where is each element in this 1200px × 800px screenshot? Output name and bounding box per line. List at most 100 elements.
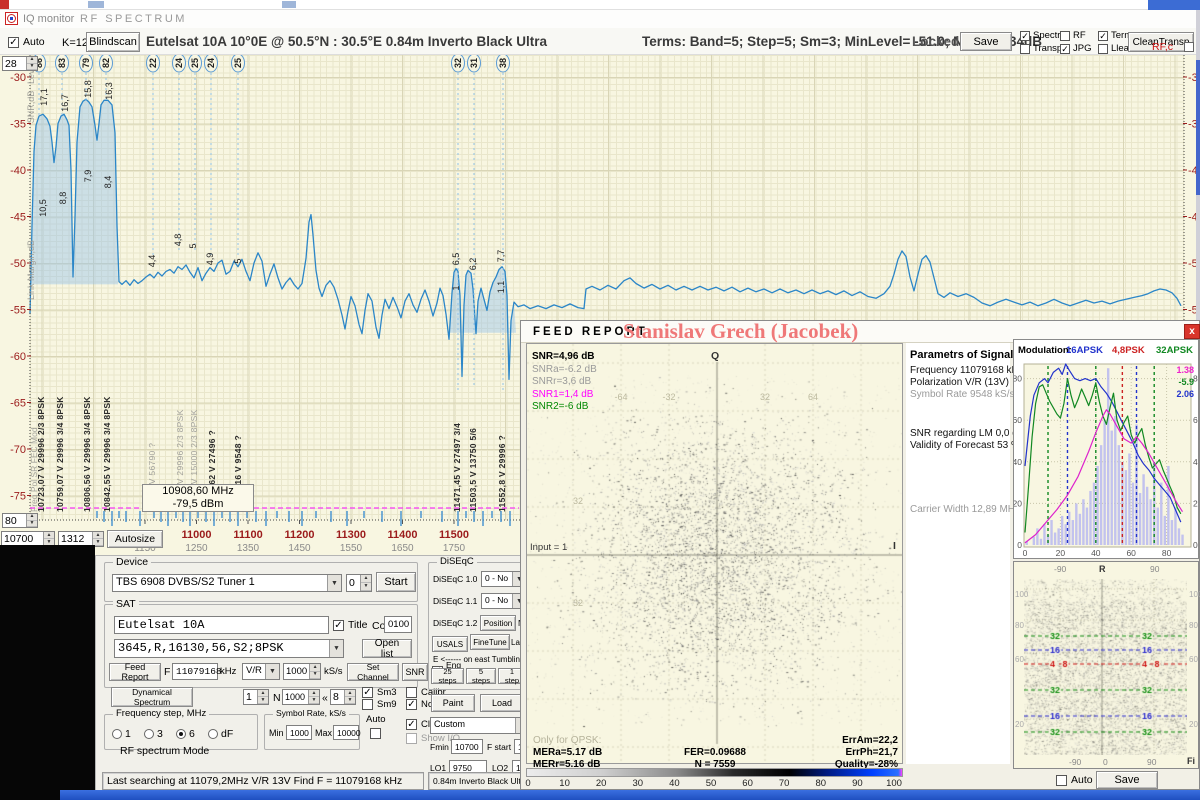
fmin-field[interactable]: 10700 (451, 739, 483, 754)
signal-param: Symbol Rate 9548 kS/s (910, 389, 1015, 400)
close-icon[interactable]: x (1184, 324, 1200, 339)
fmin-label: Fmin (430, 742, 449, 752)
title-checkbox[interactable]: ✓Title (333, 619, 367, 631)
tuner-select[interactable]: TBS 6908 DVBS/S2 Tuner 1▼ (112, 574, 342, 592)
set-channel-button[interactable]: Set Channel (347, 663, 399, 681)
sm9-checkbox[interactable]: Sm9 (362, 699, 397, 710)
svg-text:1: 1 (451, 285, 461, 290)
snr-line: SNR2=-6 dB (532, 401, 588, 412)
svg-text:1250: 1250 (185, 543, 208, 554)
toolbar-check-spectr[interactable]: ✓Spectr (1020, 29, 1058, 42)
toolbar-check-jpg[interactable]: ✓JPG (1060, 42, 1096, 55)
tuner-number-spinner[interactable]: 0▲▼ (346, 574, 372, 592)
svg-text:1750: 1750 (443, 543, 466, 554)
diseqc10-label: DiSEqC 1.0 (433, 574, 477, 584)
svg-text:11500: 11500 (439, 529, 469, 541)
feed-report-window: FEED REPORT Stanislav Grech (Jacobek) x … (520, 320, 1200, 790)
dropdown-arrow-icon[interactable]: ▼ (329, 640, 343, 657)
position-button[interactable]: Position (480, 615, 516, 631)
sm3-checkbox[interactable]: ✓Sm3 (362, 687, 397, 698)
dynamical-spectrum-button[interactable]: Dynamical Spectrum (111, 687, 193, 707)
level-bottom-spinner[interactable]: 80▲▼ (2, 513, 38, 528)
load-button[interactable]: Load (480, 694, 524, 712)
screen: IQ monitor RF SPECTRUM ✓Auto K=12 Blinds… (0, 0, 1200, 800)
const-tick-32: 32 (760, 392, 770, 402)
constellation-panel: SNR=4,96 dBSNRa=-6.2 dBSNRr=3,6 dBSNR1=1… (526, 343, 903, 764)
lt-label: « (322, 692, 328, 704)
symbolrate-spinner[interactable]: 1000▲▼ (283, 663, 321, 680)
svg-text:1650: 1650 (391, 543, 414, 554)
svg-text:11503,5 V 13750 5/6: 11503,5 V 13750 5/6 (468, 428, 478, 512)
dropdown-arrow-icon[interactable]: ▼ (265, 664, 279, 679)
start-button[interactable]: Start (376, 572, 416, 592)
level-top-spinner[interactable]: 28▲▼ (2, 56, 38, 71)
steps5-button[interactable]: 5 steps (466, 668, 496, 684)
const-tick--64: -64 (614, 392, 627, 402)
svg-text:1450: 1450 (288, 543, 311, 554)
frequency-field[interactable]: 11079168 (172, 663, 218, 680)
auto-checkbox-box[interactable]: ✓ (8, 37, 19, 48)
open-list-button[interactable]: Open list (362, 639, 412, 658)
freqstep-6-radio[interactable]: 6 (176, 728, 195, 740)
svg-text:38: 38 (498, 58, 508, 68)
svg-text:-50: -50 (10, 258, 26, 270)
svg-text:10806,56 V 29996 3/4 8PSK: 10806,56 V 29996 3/4 8PSK (82, 396, 92, 512)
auto-checkbox[interactable]: ✓Auto (8, 36, 45, 48)
usals-button[interactable]: USALS (432, 636, 468, 652)
max-field[interactable]: 10000 (333, 725, 359, 740)
phase-auto-checkbox[interactable]: Auto (1056, 774, 1093, 786)
code-field[interactable]: 0100 (384, 616, 412, 633)
freqstep-3-radio[interactable]: 3 (144, 728, 163, 740)
window-title: RF SPECTRUM (80, 13, 187, 25)
svg-text:11200: 11200 (285, 529, 315, 541)
fer-value: FER=0.09688 (684, 747, 746, 758)
toolbar-check-transp[interactable]: Transp. (1020, 42, 1058, 55)
svg-text:11400: 11400 (388, 529, 418, 541)
transponder-select[interactable]: 3645,R,16130,56,S2;8PSK▼ (114, 639, 344, 658)
marker-level: -79,5 dBm (143, 498, 253, 511)
svg-text:10759,07 V 29996 3/4 8PSK: 10759,07 V 29996 3/4 8PSK (55, 396, 65, 512)
paint-button[interactable]: Paint (431, 694, 475, 712)
freqstep-df-radio[interactable]: dF (208, 728, 233, 740)
dyn-n-spinner[interactable]: 1000▲▼ (282, 689, 320, 705)
const-ytick-upper: 32 (573, 496, 583, 506)
min-field[interactable]: 1000 (286, 725, 312, 740)
phase-top-90: 90 (1150, 564, 1159, 574)
svg-text:11552,8 V 29996 ?: 11552,8 V 29996 ? (497, 435, 507, 512)
quality-scale-tick: 90 (852, 778, 863, 789)
svg-text:20: 20 (1056, 548, 1066, 558)
auto-sr-checkbox[interactable] (370, 728, 381, 739)
dropdown-arrow-icon[interactable]: ▼ (327, 575, 341, 591)
toolbar: ✓Auto K=12 Blindscan Eutelsat 10A 10°0E … (0, 28, 1200, 55)
save-button[interactable]: Save (960, 32, 1012, 51)
polarization-select[interactable]: V/R▼ (242, 663, 280, 680)
max-label: Max (315, 728, 332, 738)
feed-report-button[interactable]: Feed Report (109, 663, 161, 681)
svg-text:15,8: 15,8 (83, 80, 93, 98)
blindscan-button[interactable]: Blindscan (86, 32, 140, 52)
east-label: E <------ on east Tumblin (433, 655, 529, 664)
dyn-8-spinner[interactable]: 8▲▼ (330, 689, 356, 705)
locked-status: Locked (912, 34, 959, 49)
dyn-count-spinner[interactable]: 1▲▼ (243, 689, 269, 705)
toolbar-check-rf[interactable]: RF (1060, 29, 1096, 42)
taskbar[interactable] (0, 790, 1200, 800)
finetune-button[interactable]: FineTune (470, 634, 510, 650)
autosize-button[interactable]: Autosize (107, 530, 163, 548)
phase-bottom-0: 0 (1103, 757, 1108, 767)
svg-text:40: 40 (1014, 457, 1022, 467)
control-panel-window: Device TBS 6908 DVBS/S2 Tuner 1▼ 0▲▼ Sta… (95, 555, 531, 792)
phase-save-button[interactable]: Save (1096, 771, 1158, 789)
snr-button[interactable]: SNR (402, 663, 428, 681)
svg-text:16,3: 16,3 (104, 82, 114, 100)
app-icon (5, 12, 18, 25)
svg-text:4,8PSK: 4,8PSK (1112, 345, 1145, 356)
steps25-button[interactable]: 25 steps (431, 668, 464, 684)
lnb-select[interactable]: Custom▼ (430, 717, 530, 734)
svg-text:79: 79 (81, 58, 91, 68)
sat-name-field[interactable]: Eutelsat 10A (114, 616, 329, 634)
svg-text:-65: -65 (10, 398, 26, 410)
phase-r-label: R (1099, 564, 1106, 574)
freqstep-1-radio[interactable]: 1 (112, 728, 131, 740)
rf-corner-checkbox[interactable] (1184, 42, 1194, 52)
